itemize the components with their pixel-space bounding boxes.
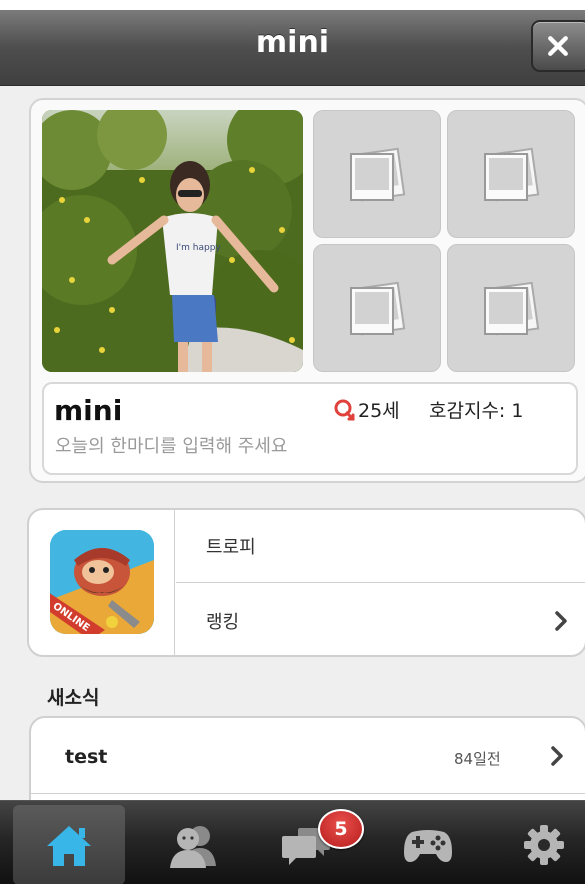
chevron-right-icon bbox=[555, 610, 567, 631]
settings-icon bbox=[524, 825, 564, 865]
tab-settings[interactable] bbox=[488, 805, 585, 884]
chevron-right-icon bbox=[551, 746, 563, 766]
news-time: 84일전 bbox=[454, 750, 501, 768]
female-icon bbox=[334, 399, 355, 420]
friends-icon bbox=[170, 826, 216, 868]
status-message-field[interactable]: 오늘의 한마디를 입력해 주세요 bbox=[55, 432, 287, 458]
photo-slot-4[interactable] bbox=[447, 244, 575, 372]
trophy-row[interactable]: 트로피 bbox=[176, 510, 585, 583]
affinity-score: 호감지수: 1 bbox=[429, 400, 524, 422]
profile-name: mini bbox=[54, 394, 123, 427]
photo-slot-3[interactable] bbox=[313, 244, 441, 372]
tab-games[interactable] bbox=[372, 805, 484, 884]
tab-bar bbox=[0, 800, 585, 884]
svg-text:I'm happy: I'm happy bbox=[176, 243, 221, 253]
tab-home[interactable] bbox=[13, 805, 125, 884]
home-icon bbox=[47, 826, 91, 866]
photo-slot-2[interactable] bbox=[447, 110, 575, 238]
age-text: 25세 bbox=[358, 400, 400, 422]
game-card: ONLINE 트로피 랭킹 bbox=[27, 508, 585, 657]
game-icon-cell[interactable]: ONLINE bbox=[29, 510, 175, 655]
profile-info[interactable]: mini 25세 호감지수: 1 오늘의 한마디를 입력해 주세요 bbox=[42, 382, 578, 475]
close-button[interactable] bbox=[531, 20, 585, 72]
nav-bar: mini bbox=[0, 10, 585, 86]
profile-photo-image: I'm happy bbox=[42, 110, 303, 372]
profile-photo[interactable]: I'm happy bbox=[42, 110, 303, 372]
ranking-label: 랭킹 bbox=[206, 611, 240, 633]
news-section-title: 새소식 bbox=[47, 687, 100, 709]
page-title: mini bbox=[255, 25, 330, 60]
status-strip bbox=[0, 0, 585, 10]
trophy-label: 트로피 bbox=[206, 537, 256, 558]
photo-placeholder-icon bbox=[484, 147, 540, 202]
profile-card: I'm happy mini 25세 호감지수: 1 오늘의 한마디를 입력해 … bbox=[29, 98, 585, 483]
photo-placeholder-icon bbox=[350, 147, 406, 202]
photo-slot-1[interactable] bbox=[313, 110, 441, 238]
news-divider bbox=[31, 793, 585, 794]
photo-placeholder-icon bbox=[484, 281, 540, 336]
profile-age: 25세 bbox=[332, 396, 400, 423]
chat-badge: 5 bbox=[318, 809, 364, 849]
ranking-row[interactable]: 랭킹 bbox=[176, 584, 585, 655]
game-app-icon: ONLINE bbox=[50, 530, 154, 634]
photo-placeholder-icon bbox=[350, 281, 406, 336]
news-item[interactable]: test 84일전 bbox=[31, 718, 585, 793]
news-title: test bbox=[65, 746, 108, 768]
game-controller-icon bbox=[404, 830, 452, 862]
tab-friends[interactable] bbox=[138, 805, 250, 884]
close-icon bbox=[548, 36, 568, 56]
